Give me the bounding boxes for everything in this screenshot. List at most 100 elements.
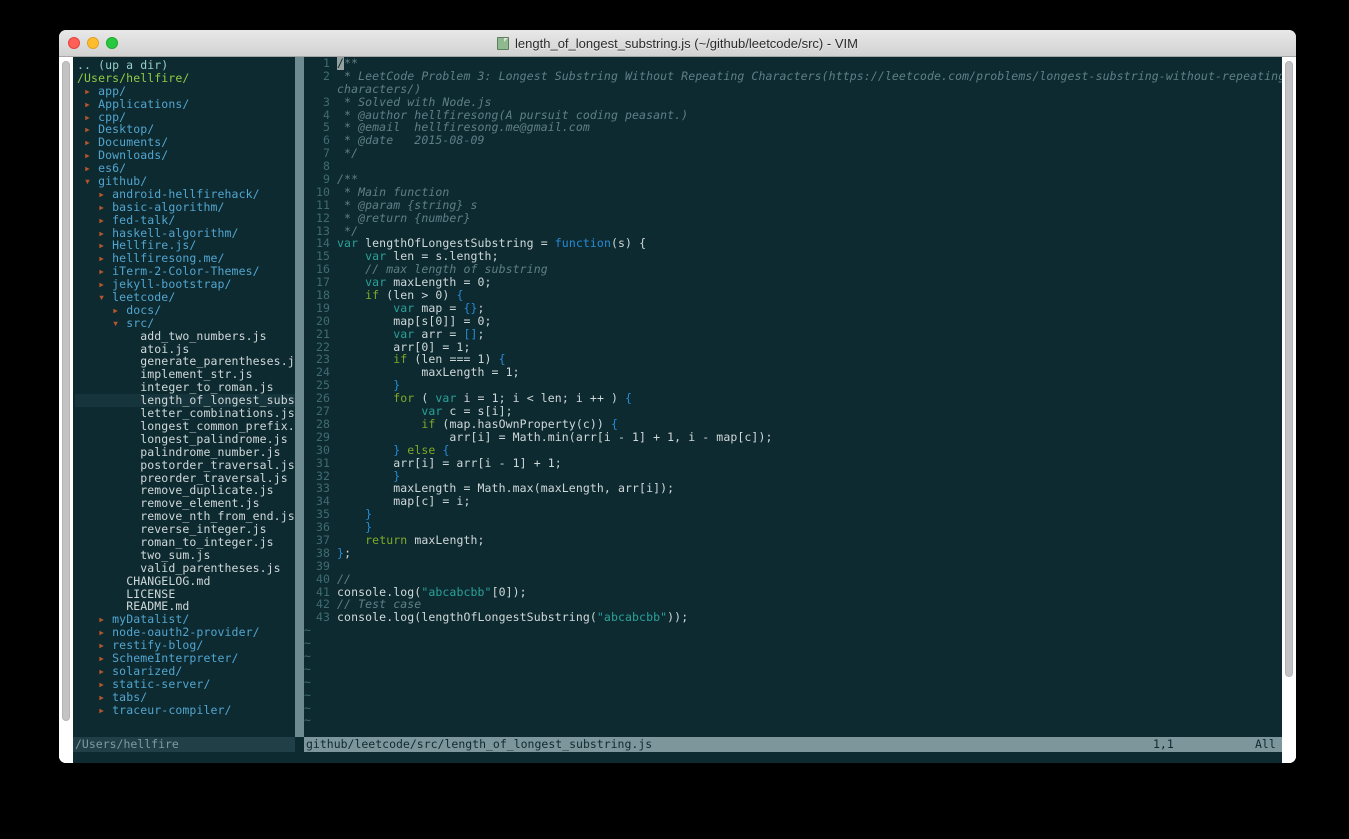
chevron-right-icon[interactable]: ▸ — [98, 264, 112, 278]
chevron-right-icon[interactable]: ▸ — [98, 226, 112, 240]
chevron-right-icon[interactable]: ▸ — [98, 651, 112, 665]
gutter-gap — [330, 146, 337, 160]
tree-up-a-dir[interactable]: .. (up a dir) — [75, 59, 295, 72]
tree-item-label: tabs/ — [112, 689, 148, 704]
gutter-gap — [330, 404, 337, 418]
code-line[interactable]: 43 console.log(lengthOfLongestSubstring(… — [304, 611, 1282, 624]
left-scrollbar-thumb[interactable] — [62, 61, 70, 721]
code-line[interactable]: 35 } — [304, 508, 1282, 521]
chevron-right-icon[interactable]: ▸ — [112, 303, 126, 317]
chevron-right-icon[interactable]: ▸ — [98, 187, 112, 201]
code-token: * Main function — [337, 184, 450, 199]
code-line[interactable]: 6 * @date 2015-08-09 — [304, 134, 1282, 147]
chevron-right-icon[interactable]: ▸ — [84, 135, 98, 149]
code-line[interactable]: 7 */ — [304, 147, 1282, 160]
code-token: * @date 2015-08-09 — [337, 133, 485, 148]
chevron-right-icon[interactable]: ▸ — [84, 84, 98, 98]
chevron-right-icon[interactable]: ▸ — [84, 122, 98, 136]
chevron-right-icon[interactable]: ▸ — [84, 97, 98, 111]
code-line[interactable]: 41 console.log("abcabcbb"[0]); — [304, 584, 1282, 599]
right-scrollbar-thumb[interactable] — [1285, 61, 1293, 677]
tree-no-icon — [126, 458, 140, 472]
line-number: 9 — [322, 172, 330, 187]
screen: length_of_longest_substring.js (~/github… — [0, 0, 1349, 839]
code-line[interactable]: 12 * @return {number} — [304, 211, 1282, 225]
tree-item-label: Applications/ — [98, 96, 190, 111]
right-scrollbar[interactable] — [1282, 57, 1296, 763]
chevron-right-icon[interactable]: ▸ — [98, 251, 112, 265]
chevron-down-icon[interactable]: ▾ — [98, 290, 112, 304]
chevron-right-icon[interactable]: ▸ — [98, 200, 112, 214]
line-number: 11 — [315, 197, 330, 212]
code-buffer[interactable]: 1 /** 2 * LeetCode Problem 3: Longest Sub… — [304, 57, 1282, 727]
tree-item-traceur-compiler[interactable]: ▸ traceur-compiler/ — [75, 703, 295, 717]
command-line[interactable] — [73, 752, 1282, 763]
line-number: 29 — [315, 429, 330, 444]
chevron-right-icon[interactable]: ▸ — [98, 703, 112, 717]
tree-item-label: remove_duplicate.js — [140, 483, 274, 498]
chevron-right-icon[interactable]: ▸ — [98, 277, 112, 291]
tree-no-icon — [126, 380, 140, 394]
code-line[interactable]: 34 map[c] = i; — [304, 495, 1282, 508]
tree-no-icon — [126, 535, 140, 549]
pane-divider[interactable] — [295, 57, 304, 737]
chevron-right-icon[interactable]: ▸ — [98, 664, 112, 678]
code-line[interactable]: 37 return maxLength; — [304, 534, 1282, 547]
tree-item-label: two_sum.js — [140, 547, 211, 562]
code-line[interactable]: 2 * LeetCode Problem 3: Longest Substrin… — [304, 69, 1282, 83]
code-editor-pane[interactable]: 1 /** 2 * LeetCode Problem 3: Longest Sub… — [304, 57, 1282, 737]
line-number: 37 — [315, 532, 330, 547]
tree-item-label: cpp/ — [98, 109, 127, 124]
chevron-right-icon[interactable]: ▸ — [84, 148, 98, 162]
code-token: else — [407, 442, 436, 457]
chevron-right-icon[interactable]: ▸ — [98, 625, 112, 639]
code-line[interactable]: 31 arr[i] = arr[i - 1] + 1; — [304, 456, 1282, 470]
chevron-right-icon[interactable]: ▸ — [84, 161, 98, 175]
tree-item-label: jekyll-bootstrap/ — [112, 277, 232, 292]
chevron-down-icon[interactable]: ▾ — [112, 316, 126, 330]
tree-item-label: Downloads/ — [98, 148, 169, 163]
left-scrollbar[interactable] — [59, 57, 73, 763]
gutter-gap — [330, 172, 337, 186]
file-tree-pane[interactable]: .. (up a dir)/Users/hellfire/ ▸ app/ ▸ A… — [73, 57, 295, 737]
code-line[interactable]: 8 — [304, 160, 1282, 173]
code-line[interactable]: 9 /** — [304, 173, 1282, 186]
window-titlebar[interactable]: length_of_longest_substring.js (~/github… — [59, 30, 1296, 57]
window-title: length_of_longest_substring.js (~/github… — [59, 30, 1296, 57]
code-token: console.log( — [337, 584, 422, 599]
tree-item-label: roman_to_integer.js — [140, 534, 274, 549]
chevron-right-icon[interactable]: ▸ — [98, 638, 112, 652]
chevron-right-icon[interactable]: ▸ — [98, 213, 112, 227]
code-line[interactable]: 38 }; — [304, 546, 1282, 560]
chevron-right-icon[interactable]: ▸ — [98, 612, 112, 626]
code-line[interactable]: 39 — [304, 559, 1282, 573]
gutter-gap — [330, 262, 337, 276]
chevron-right-icon[interactable]: ▸ — [98, 677, 112, 691]
gutter-gap — [330, 249, 337, 263]
file-tree[interactable]: .. (up a dir)/Users/hellfire/ ▸ app/ ▸ A… — [73, 57, 295, 716]
status-scroll-percent: All — [1255, 737, 1276, 751]
gutter-gap — [330, 585, 337, 599]
code-line[interactable]: 29 arr[i] = Math.min(arr[i - 1] + 1, i -… — [304, 429, 1282, 444]
chevron-right-icon[interactable]: ▸ — [84, 110, 98, 124]
chevron-right-icon[interactable]: ▸ — [98, 238, 112, 252]
code-line[interactable]: 24 maxLength = 1; — [304, 366, 1282, 379]
tree-item-label: node-oauth2-provider/ — [112, 625, 260, 640]
empty-buffer-line: ~ — [304, 713, 312, 728]
chevron-down-icon[interactable]: ▾ — [84, 174, 98, 188]
tree-item-label: app/ — [98, 83, 127, 98]
tree-item-label: iTerm-2-Color-Themes/ — [112, 264, 260, 279]
chevron-right-icon[interactable]: ▸ — [98, 690, 112, 704]
code-token: maxLength = Math.max(maxLength, arr[i]); — [337, 481, 675, 496]
